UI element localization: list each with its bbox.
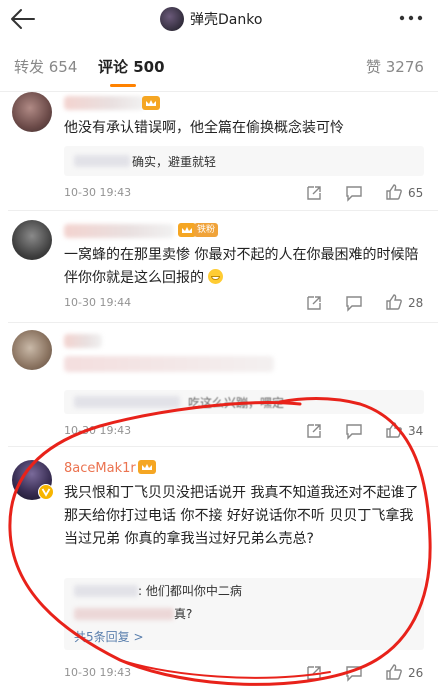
comment-text: 我只恨和丁飞贝贝没把话说开 我真不知道我还对不起谁了 那天给你打过电话 你不接 …: [64, 485, 419, 547]
like-icon[interactable]: [385, 663, 403, 681]
tab-comments[interactable]: 评论 500: [98, 56, 165, 77]
avatar[interactable]: [12, 220, 52, 260]
comment-text-content: 一窝蜂的在那里卖惨 你最对不起的人在你最困难的时候陪伴你你就是这么回报的: [64, 247, 419, 286]
reply-text-1: : 他们都叫你中二病: [138, 584, 242, 598]
arrow-left-icon[interactable]: [8, 6, 36, 32]
page-title[interactable]: 弹壳Danko: [160, 5, 262, 33]
avatar[interactable]: [12, 330, 52, 370]
grin-emoji-icon: [208, 269, 224, 284]
comment-time: 10-30 19:44: [64, 296, 132, 309]
active-tab-indicator: [110, 84, 136, 87]
like-icon[interactable]: [385, 421, 403, 439]
tab-reposts[interactable]: 转发 654: [14, 56, 77, 77]
reply-text: 确实，避重就轻: [132, 155, 217, 169]
more-replies-link[interactable]: 共5条回复 >: [74, 628, 144, 645]
divider: [8, 322, 438, 323]
share-icon[interactable]: [305, 294, 323, 312]
reply-preview[interactable]: 确实，避重就轻: [64, 146, 424, 176]
like-count: 65: [408, 186, 424, 200]
reply-preview[interactable]: : 他们都叫你中二病 真? 共5条回复 >: [64, 578, 424, 650]
top-bar: 弹壳Danko: [0, 0, 438, 40]
username-redacted: [64, 334, 102, 348]
comment-icon[interactable]: [345, 184, 363, 202]
reply-author-redacted: [74, 155, 130, 167]
username-redacted: [64, 224, 174, 238]
share-icon[interactable]: [305, 664, 323, 682]
share-icon[interactable]: [305, 184, 323, 202]
tab-likes[interactable]: 赞 3276: [366, 56, 424, 77]
like-count: 34: [408, 424, 424, 438]
comment-time: 10-30 19:43: [64, 424, 132, 437]
more-dots-icon[interactable]: [398, 14, 424, 22]
reply-author-redacted: [74, 608, 174, 620]
comment-icon[interactable]: [345, 422, 363, 440]
like-count: 28: [408, 296, 424, 310]
like-icon[interactable]: [385, 183, 403, 201]
crown-icon: [138, 460, 156, 474]
comment-text: 他没有承认错误啊，他全篇在偷换概念装可怜: [64, 120, 344, 136]
comment-text: 一窝蜂的在那里卖惨 你最对不起的人在你最困难的时候陪伴你你就是这么回报的: [64, 244, 424, 290]
crown-icon: [142, 96, 160, 110]
avatar: [160, 7, 184, 31]
avatar[interactable]: [12, 92, 52, 132]
username-redacted: [64, 96, 144, 110]
divider: [8, 446, 438, 447]
username[interactable]: 8aceMak1r: [64, 461, 136, 476]
reply-text-2: 真?: [174, 607, 193, 621]
comment-icon[interactable]: [345, 294, 363, 312]
reply-text: 吃这么兴蹦，嘿定: [188, 396, 285, 410]
reply-author-redacted: [74, 396, 180, 408]
divider: [8, 210, 438, 211]
comment-text-redacted: [64, 356, 274, 372]
fan-badge: 铁粉: [194, 223, 219, 237]
verified-v-icon: [38, 484, 54, 500]
title-text: 弹壳Danko: [190, 12, 263, 28]
comment-time: 10-30 19:43: [64, 186, 132, 199]
like-icon[interactable]: [385, 293, 403, 311]
share-icon[interactable]: [305, 422, 323, 440]
like-count: 26: [408, 666, 424, 680]
tab-bar: 转发 654 评论 500 赞 3276: [0, 40, 438, 92]
comment-time: 10-30 19:43: [64, 666, 132, 679]
reply-author-redacted: [74, 585, 138, 597]
comment-icon[interactable]: [345, 664, 363, 682]
reply-preview[interactable]: 吃这么兴蹦，嘿定: [64, 390, 424, 414]
